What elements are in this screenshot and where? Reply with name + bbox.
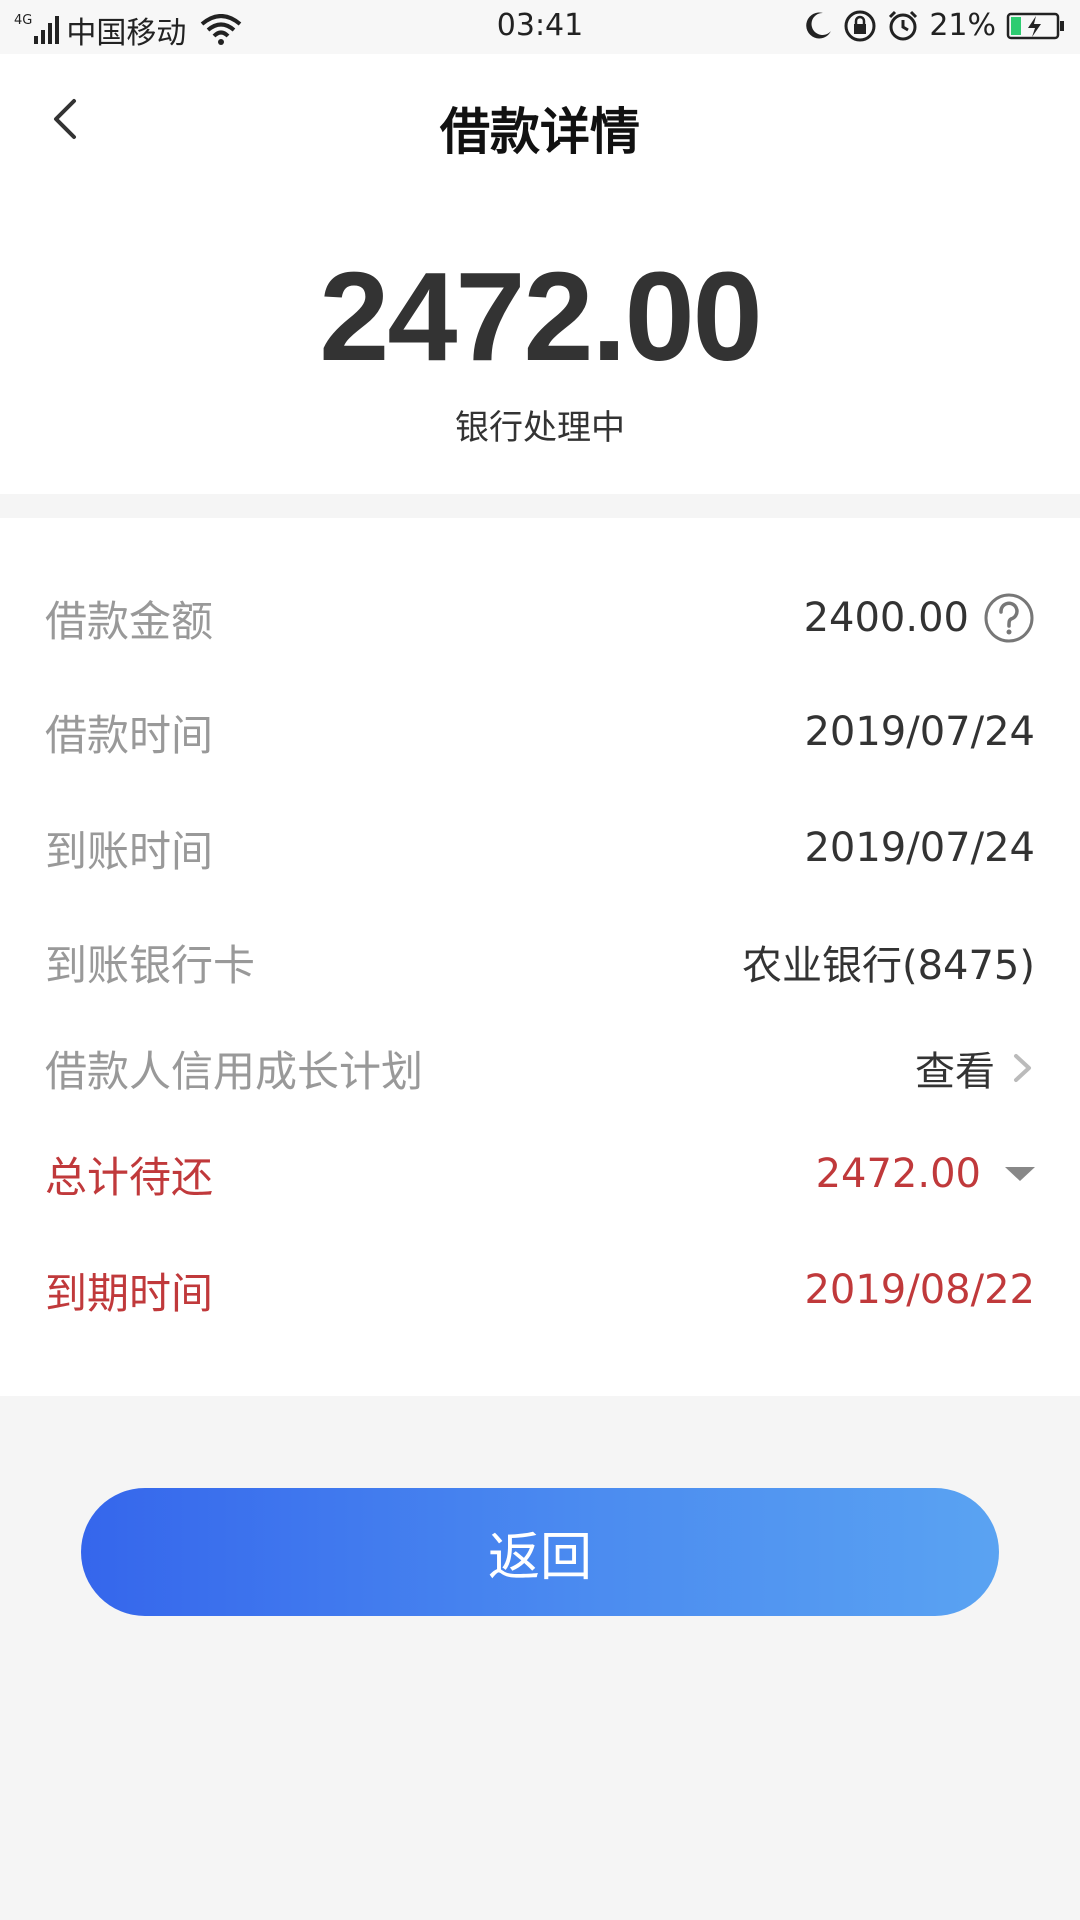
view-link[interactable]: 查看 [915, 1039, 1035, 1097]
return-button[interactable]: 返回 [81, 1488, 999, 1616]
row-label: 借款时间 [45, 710, 214, 760]
row-value: 农业银行(8475) [741, 943, 1035, 989]
row-label: 借款金额 [45, 596, 214, 646]
caret-down-icon[interactable] [1005, 1165, 1035, 1183]
row-value: 2019/07/24 [804, 825, 1035, 871]
detail-row-bank-card: 到账银行卡 农业银行(8475) [45, 932, 1035, 992]
detail-row-due-date: 到期时间 2019/08/22 [45, 1260, 1035, 1320]
header-section: 借款详情 2472.00 银行处理中 [0, 54, 1080, 494]
chevron-right-icon [1014, 1054, 1031, 1082]
row-label: 到期时间 [45, 1268, 214, 1318]
row-label: 借款人信用成长计划 [45, 1046, 424, 1096]
battery-percent: 21% [929, 8, 996, 43]
detail-row-loan-amount: 借款金额 2400.00 [45, 588, 1035, 648]
detail-row-total-due[interactable]: 总计待还 2472.00 [45, 1144, 1035, 1204]
detail-row-arrival-time: 到账时间 2019/07/24 [45, 818, 1035, 878]
processing-status: 银行处理中 [455, 408, 625, 448]
row-value: 2019/07/24 [804, 709, 1035, 755]
row-value: 2472.00 [815, 1151, 981, 1197]
rotation-lock-icon [844, 10, 876, 41]
row-label: 到账银行卡 [45, 940, 256, 990]
row-value-wrap: 2472.00 [816, 1151, 1035, 1197]
detail-row-loan-time: 借款时间 2019/07/24 [45, 702, 1035, 762]
row-label: 到账时间 [45, 826, 214, 876]
help-icon[interactable] [983, 592, 1035, 644]
total-amount: 2472.00 [319, 246, 762, 387]
alarm-icon [889, 10, 918, 40]
status-right: 21% [793, 8, 1066, 43]
loan-details-list: 借款金额 2400.00 借款时间 2019/07/24 到账时间 2019/0… [0, 518, 1080, 1396]
status-bar: 4G 中国移动 03:41 21% [0, 0, 1080, 54]
row-value-wrap: 2400.00 [804, 592, 1035, 644]
row-value: 查看 [915, 1049, 995, 1095]
row-label: 总计待还 [45, 1152, 214, 1202]
row-value: 2400.00 [803, 595, 969, 641]
moon-icon [806, 11, 832, 38]
page-title: 借款详情 [440, 103, 640, 161]
row-value: 2019/08/22 [804, 1267, 1035, 1313]
battery-charging-icon [1006, 12, 1064, 39]
detail-row-credit-plan[interactable]: 借款人信用成长计划 查看 [45, 1038, 1035, 1098]
